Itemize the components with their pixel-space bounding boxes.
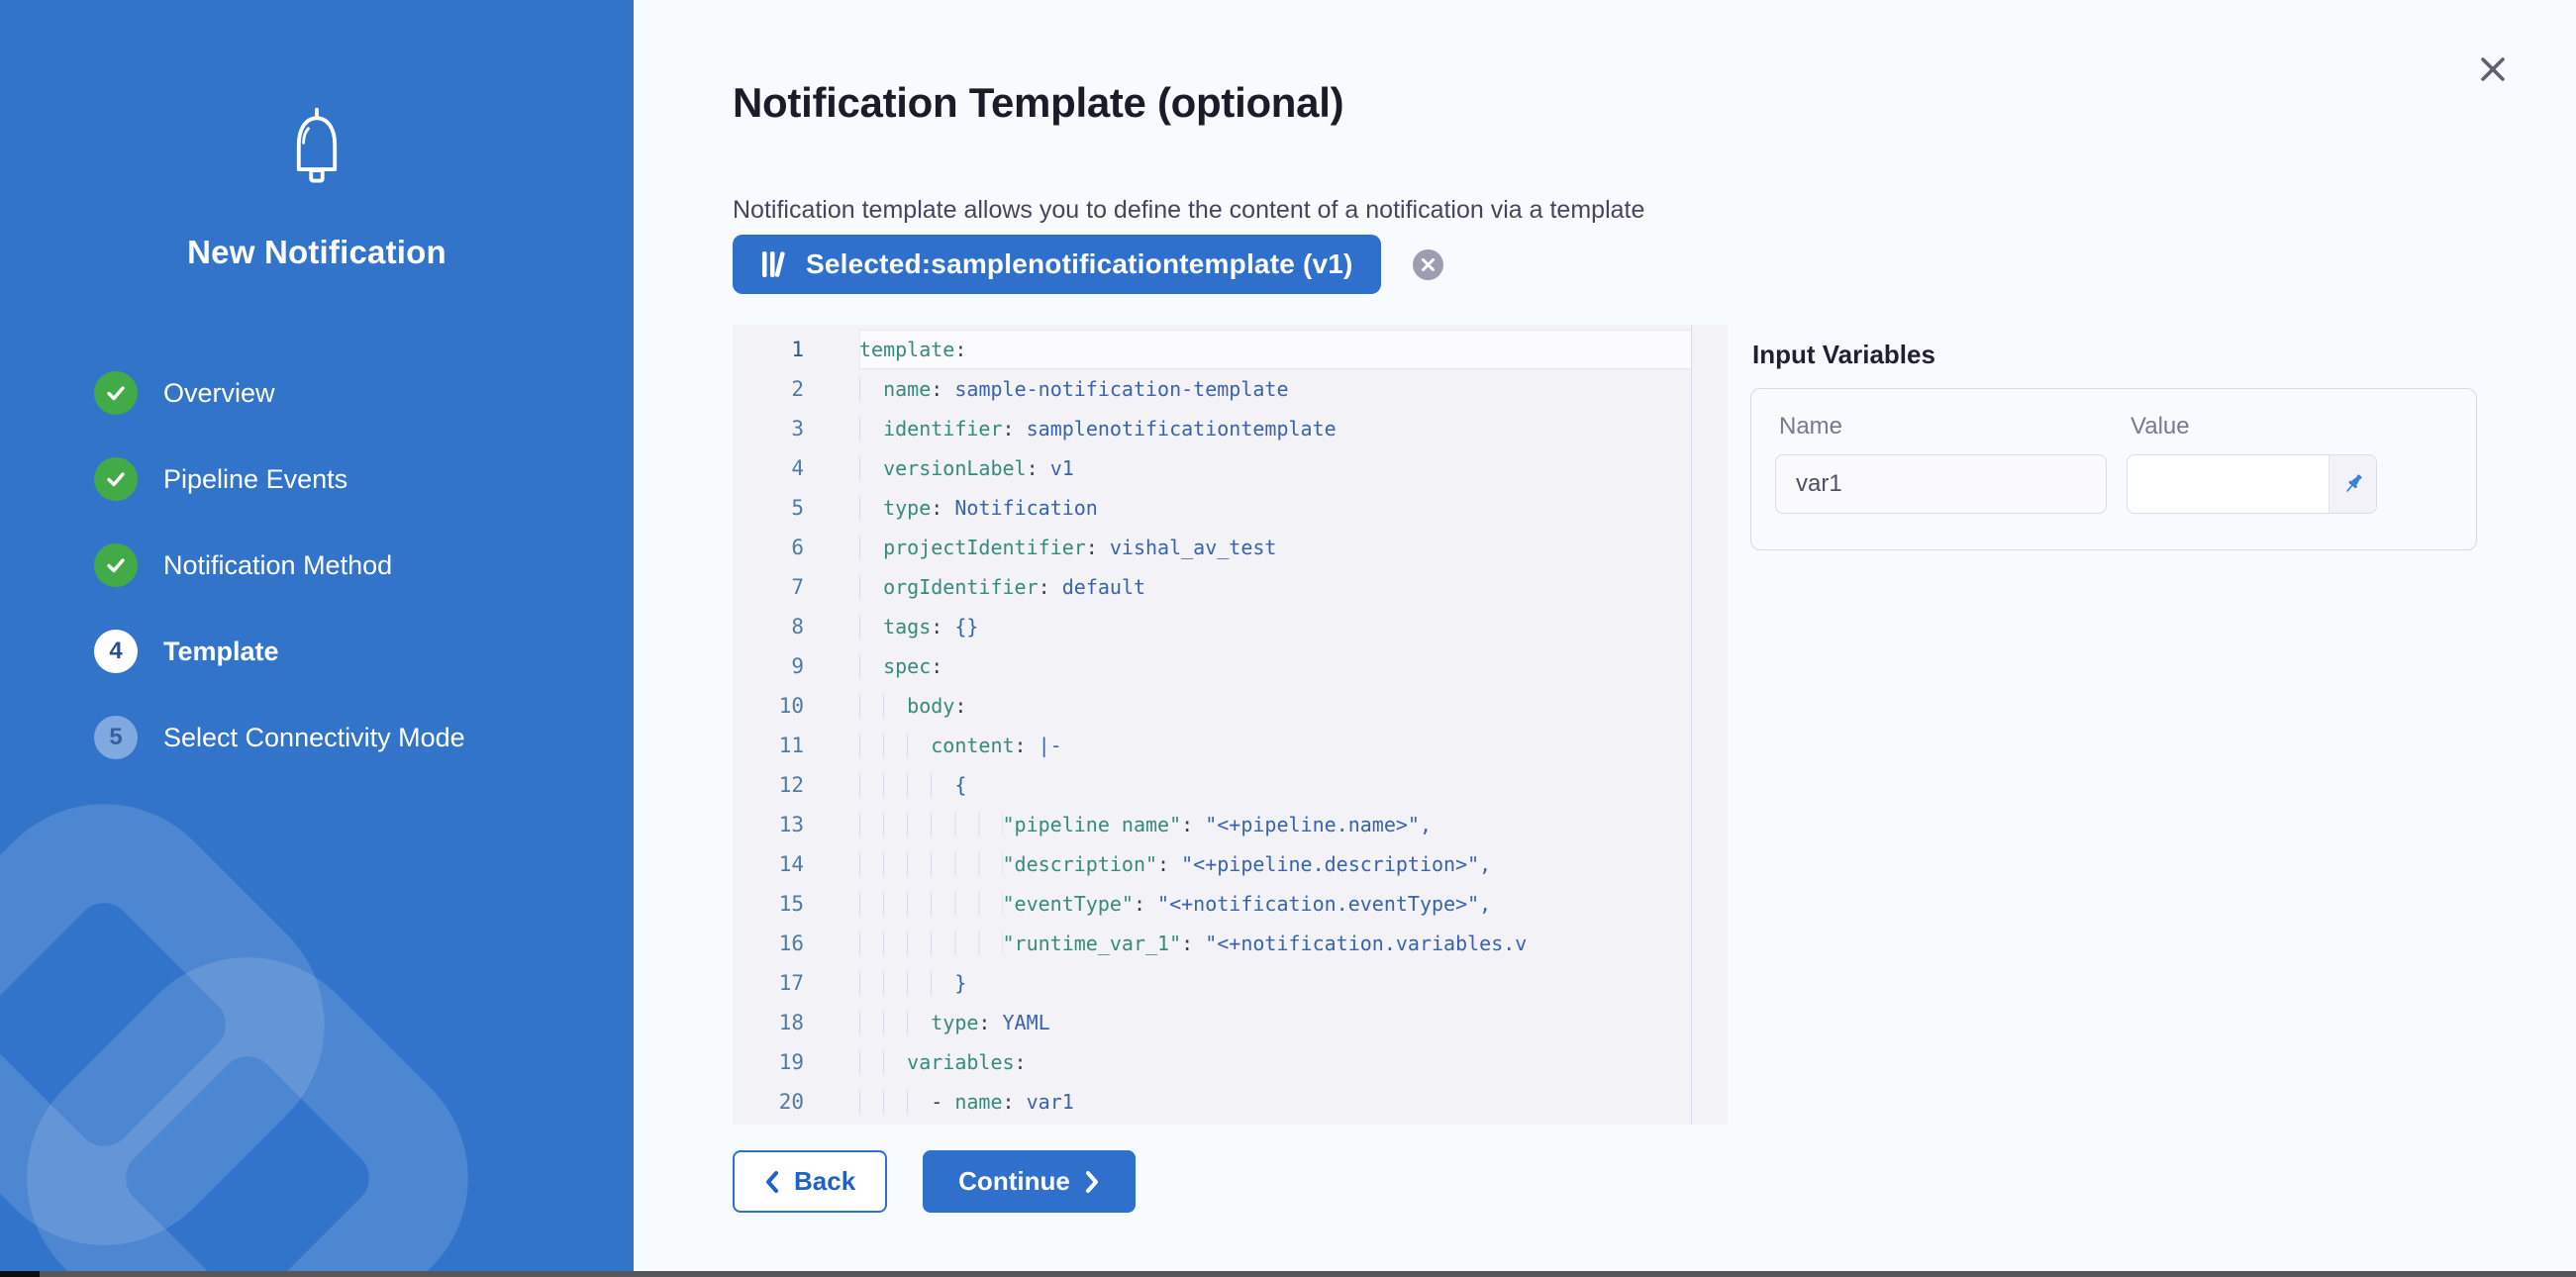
main-panel: Notification Template (optional) Notific… [634, 0, 2576, 1271]
line-number: 14 [733, 844, 859, 884]
pin-icon [2340, 471, 2366, 497]
back-button-label: Back [794, 1166, 855, 1197]
step-label: Overview [163, 378, 275, 409]
variable-value-field [2127, 454, 2377, 514]
line-number: 13 [733, 805, 859, 844]
sidebar-step-template[interactable]: 4 Template [94, 630, 465, 673]
line-number: 3 [733, 409, 859, 448]
chevron-right-icon [1084, 1170, 1100, 1194]
code-line: 7 orgIdentifier: default [733, 567, 1728, 607]
template-library-icon [760, 248, 790, 280]
line-number: 10 [733, 686, 859, 726]
chevron-left-icon [764, 1170, 780, 1194]
step-label: Notification Method [163, 550, 392, 581]
code-line: 8 tags: {} [733, 607, 1728, 646]
code-editor-lines: 1template:2 name: sample-notification-te… [733, 330, 1728, 1122]
close-button[interactable] [2471, 48, 2515, 91]
step-check-icon [94, 543, 138, 587]
continue-button-label: Continue [958, 1166, 1070, 1197]
remove-icon [1421, 257, 1436, 272]
input-variable-row [1751, 441, 2476, 514]
sidebar-step-overview[interactable]: Overview [94, 371, 465, 415]
step-label: Template [163, 637, 279, 667]
wizard-title: New Notification [0, 234, 634, 271]
code-line: 16 "runtime_var_1": "<+notification.vari… [733, 924, 1728, 963]
line-number: 17 [733, 963, 859, 1003]
line-number: 9 [733, 646, 859, 686]
close-icon [2478, 54, 2508, 84]
line-number: 18 [733, 1003, 859, 1042]
line-number: 1 [733, 330, 859, 369]
code-line: 17 } [733, 963, 1728, 1003]
step-check-icon [94, 457, 138, 501]
input-variables-rows [1751, 441, 2476, 514]
code-line: 12 { [733, 765, 1728, 805]
wizard-sidebar: New Notification Overview Pipeline Events… [0, 0, 634, 1271]
code-line: 2 name: sample-notification-template [733, 369, 1728, 409]
code-line: 3 identifier: samplenotificationtemplate [733, 409, 1728, 448]
line-number: 7 [733, 567, 859, 607]
yaml-code-editor[interactable]: 1template:2 name: sample-notification-te… [733, 325, 1728, 1125]
line-number: 6 [733, 528, 859, 567]
code-line: 13 "pipeline name": "<+pipeline.name>", [733, 805, 1728, 844]
selected-template-label: Selected:samplenotificationtemplate (v1) [806, 248, 1353, 280]
variable-name-input[interactable] [1775, 454, 2107, 514]
window-bottom-edge [0, 1271, 2576, 1277]
line-number: 2 [733, 369, 859, 409]
code-line: 6 projectIdentifier: vishal_av_test [733, 528, 1728, 567]
selected-template-chip[interactable]: Selected:samplenotificationtemplate (v1) [733, 235, 1381, 294]
step-check-icon [94, 371, 138, 415]
line-number: 16 [733, 924, 859, 963]
name-column-header: Name [1779, 413, 2130, 441]
input-variables-title: Input Variables [1752, 340, 1935, 370]
code-line: 15 "eventType": "<+notification.eventTyp… [733, 884, 1728, 924]
back-button[interactable]: Back [733, 1150, 887, 1213]
wizard-steps: Overview Pipeline Events Notification Meth… [94, 371, 465, 759]
line-number: 4 [733, 448, 859, 488]
variable-value-input[interactable] [2128, 455, 2328, 513]
step-number-badge: 5 [94, 716, 138, 759]
code-line: 18 type: YAML [733, 1003, 1728, 1042]
step-label: Pipeline Events [163, 464, 347, 495]
line-number: 5 [733, 488, 859, 528]
sidebar-step-notification-method[interactable]: Notification Method [94, 543, 465, 587]
value-column-header: Value [2130, 413, 2190, 441]
continue-button[interactable]: Continue [923, 1150, 1136, 1213]
code-line: 14 "description": "<+pipeline.descriptio… [733, 844, 1728, 884]
bell-icon [271, 103, 362, 194]
page-title: Notification Template (optional) [733, 79, 1343, 127]
code-line: 10 body: [733, 686, 1728, 726]
runtime-input-pin-button[interactable] [2328, 455, 2376, 513]
sidebar-step-pipeline-events[interactable]: Pipeline Events [94, 457, 465, 501]
code-line: 1template: [733, 330, 1728, 369]
remove-template-button[interactable] [1413, 249, 1443, 280]
line-number: 20 [733, 1082, 859, 1122]
line-number: 15 [733, 884, 859, 924]
line-number: 19 [733, 1042, 859, 1082]
step-number-badge: 4 [94, 630, 138, 673]
code-line: 4 versionLabel: v1 [733, 448, 1728, 488]
window-bottom-edge-corner [0, 1271, 40, 1277]
code-line: 9 spec: [733, 646, 1728, 686]
input-variables-card: Name Value [1750, 388, 2477, 550]
code-line: 20 - name: var1 [733, 1082, 1728, 1122]
step-label: Select Connectivity Mode [163, 723, 465, 753]
code-line: 11 content: |- [733, 726, 1728, 765]
line-number: 8 [733, 607, 859, 646]
sidebar-step-select-connectivity-mode[interactable]: 5 Select Connectivity Mode [94, 716, 465, 759]
line-number: 12 [733, 765, 859, 805]
code-line: 19 variables: [733, 1042, 1728, 1082]
line-number: 11 [733, 726, 859, 765]
code-line: 5 type: Notification [733, 488, 1728, 528]
page-subtitle: Notification template allows you to defi… [733, 196, 1644, 225]
